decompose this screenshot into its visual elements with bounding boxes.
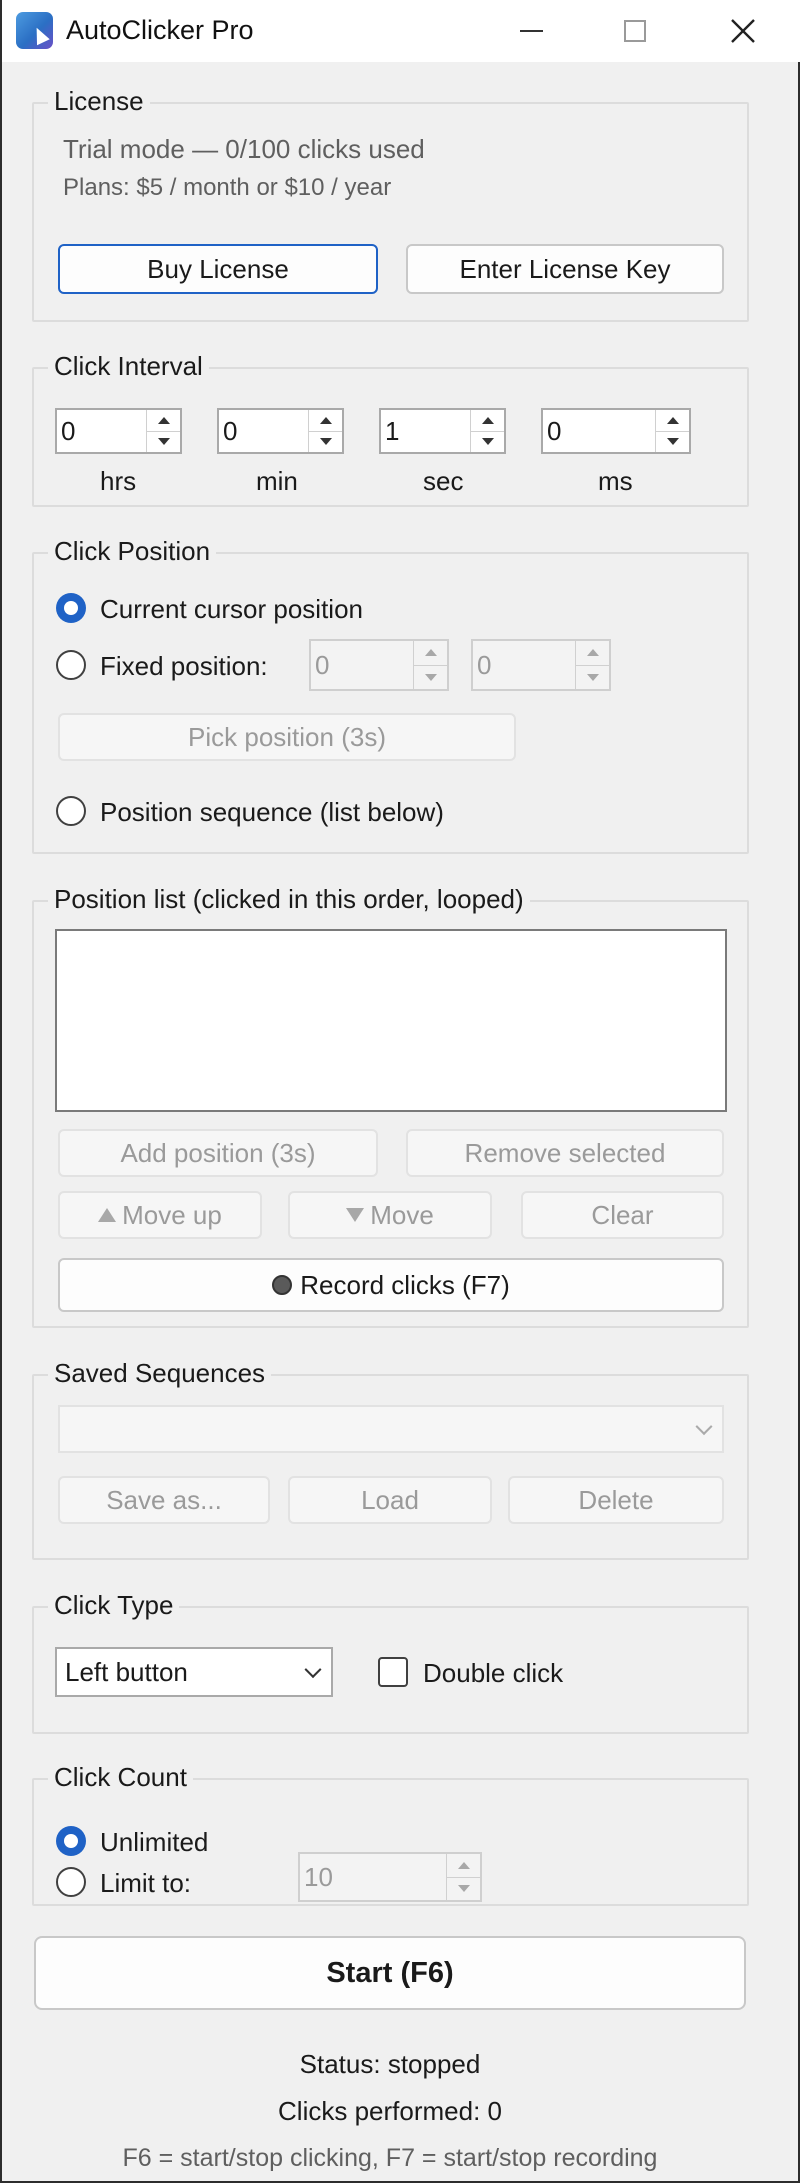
cursor-app-icon — [16, 12, 53, 49]
double-click-label[interactable]: Double click — [423, 1658, 563, 1689]
saved-sequences-group: Saved Sequences Save as... Load Delete — [32, 1356, 749, 1560]
record-clicks-button[interactable]: Record clicks (F7) — [58, 1258, 724, 1312]
fixed-y-spinbox[interactable]: 0 — [471, 639, 611, 691]
fixed-y-value[interactable]: 0 — [473, 650, 575, 681]
plans-text: Plans: $5 / month or $10 / year — [63, 174, 392, 201]
move-up-button[interactable]: Move up — [58, 1191, 262, 1239]
minimize-icon — [519, 30, 543, 32]
chevron-down-icon — [695, 1418, 713, 1436]
trial-status-text: Trial mode — 0/100 clicks used — [63, 134, 425, 164]
move-down-label: Move — [370, 1199, 434, 1230]
unlimited-radio[interactable] — [56, 1826, 86, 1856]
minutes-unit-label: min — [256, 466, 298, 496]
move-down-button[interactable]: Move — [288, 1191, 492, 1239]
clicks-performed-text: Clicks performed: 0 — [278, 2096, 502, 2126]
fixed-position-radio[interactable] — [56, 650, 86, 680]
click-position-legend: Click Position — [48, 534, 217, 568]
clear-button[interactable]: Clear — [521, 1191, 724, 1239]
hours-unit-label: hrs — [100, 466, 137, 496]
minutes-spinbox[interactable]: 0 — [217, 408, 344, 454]
saved-sequences-legend: Saved Sequences — [48, 1356, 272, 1390]
click-interval-group: Click Interval 0 hrs 0 min 1 sec 0 ms — [32, 349, 749, 507]
double-click-checkbox[interactable] — [378, 1657, 408, 1687]
chevron-down-icon — [304, 1661, 322, 1679]
fixed-x-down-arrow-icon[interactable] — [414, 664, 447, 690]
record-clicks-label: Record clicks (F7) — [300, 1269, 510, 1300]
limit-to-label[interactable]: Limit to: — [100, 1868, 191, 1899]
buy-license-button[interactable]: Buy License — [58, 244, 378, 294]
position-listbox[interactable] — [55, 929, 727, 1112]
current-cursor-label[interactable]: Current cursor position — [100, 594, 363, 625]
minimize-button[interactable] — [490, 0, 572, 62]
hours-down-arrow-icon[interactable] — [147, 430, 180, 453]
click-type-group: Click Type Left button Double click — [32, 1588, 749, 1734]
maximize-icon — [624, 20, 646, 42]
seconds-up-arrow-icon[interactable] — [471, 410, 504, 431]
hotkeys-hint-text: F6 = start/stop clicking, F7 = start/sto… — [122, 2144, 658, 2172]
fixed-y-up-arrow-icon[interactable] — [576, 641, 609, 665]
milliseconds-up-arrow-icon[interactable] — [656, 410, 689, 431]
arrow-down-icon — [346, 1208, 365, 1222]
fixed-y-down-arrow-icon[interactable] — [576, 664, 609, 690]
unlimited-label[interactable]: Unlimited — [100, 1827, 208, 1858]
minutes-down-arrow-icon[interactable] — [309, 430, 342, 453]
saved-sequence-dropdown[interactable] — [58, 1405, 724, 1453]
close-icon — [731, 19, 755, 43]
minutes-value[interactable]: 0 — [219, 416, 308, 447]
maximize-button[interactable] — [594, 0, 676, 62]
move-up-label: Move up — [122, 1199, 222, 1230]
title-bar: AutoClicker Pro — [2, 0, 800, 62]
current-cursor-radio[interactable] — [56, 593, 86, 623]
seconds-value[interactable]: 1 — [381, 416, 470, 447]
limit-to-radio[interactable] — [56, 1867, 86, 1897]
position-list-legend: Position list (clicked in this order, lo… — [48, 882, 530, 916]
milliseconds-down-arrow-icon[interactable] — [656, 430, 689, 453]
click-count-group: Click Count Unlimited Limit to: 10 — [32, 1760, 749, 1906]
limit-count-value[interactable]: 10 — [300, 1862, 446, 1893]
milliseconds-spinbox[interactable]: 0 — [541, 408, 691, 454]
hours-spinbox[interactable]: 0 — [55, 408, 182, 454]
milliseconds-unit-label: ms — [598, 466, 633, 496]
position-sequence-label[interactable]: Position sequence (list below) — [100, 797, 444, 828]
limit-count-spinbox[interactable]: 10 — [298, 1852, 482, 1902]
mouse-button-value: Left button — [65, 1656, 188, 1687]
add-position-button[interactable]: Add position (3s) — [58, 1129, 378, 1177]
license-legend: License — [48, 84, 150, 118]
status-text: Status: stopped — [299, 2049, 481, 2079]
close-button[interactable] — [702, 0, 784, 62]
fixed-x-spinbox[interactable]: 0 — [309, 639, 449, 691]
mouse-button-dropdown[interactable]: Left button — [55, 1647, 333, 1697]
autoclicker-window: AutoClicker Pro License Trial mode — 0/1… — [0, 0, 800, 2183]
license-group: License Trial mode — 0/100 clicks used P… — [32, 84, 749, 322]
click-type-legend: Click Type — [48, 1588, 180, 1622]
seconds-unit-label: sec — [423, 466, 464, 496]
record-icon — [272, 1275, 293, 1295]
load-button[interactable]: Load — [288, 1476, 492, 1524]
position-list-group: Position list (clicked in this order, lo… — [32, 882, 749, 1328]
fixed-x-up-arrow-icon[interactable] — [414, 641, 447, 665]
seconds-spinbox[interactable]: 1 — [379, 408, 506, 454]
pick-position-button[interactable]: Pick position (3s) — [58, 713, 516, 761]
milliseconds-value[interactable]: 0 — [543, 416, 655, 447]
remove-selected-button[interactable]: Remove selected — [406, 1129, 724, 1177]
click-count-legend: Click Count — [48, 1760, 193, 1794]
enter-license-key-button[interactable]: Enter License Key — [406, 244, 724, 294]
seconds-down-arrow-icon[interactable] — [471, 430, 504, 453]
hours-value[interactable]: 0 — [57, 416, 146, 447]
position-sequence-radio[interactable] — [56, 796, 86, 826]
hours-up-arrow-icon[interactable] — [147, 410, 180, 431]
fixed-position-label[interactable]: Fixed position: — [100, 651, 268, 682]
start-button[interactable]: Start (F6) — [34, 1936, 746, 2010]
click-position-group: Click Position Current cursor position F… — [32, 534, 749, 854]
fixed-x-value[interactable]: 0 — [311, 650, 413, 681]
limit-up-arrow-icon[interactable] — [447, 1854, 480, 1877]
arrow-up-icon — [98, 1208, 117, 1222]
minutes-up-arrow-icon[interactable] — [309, 410, 342, 431]
window-title: AutoClicker Pro — [66, 15, 254, 45]
limit-down-arrow-icon[interactable] — [447, 1876, 480, 1901]
click-interval-legend: Click Interval — [48, 349, 209, 383]
delete-button[interactable]: Delete — [508, 1476, 724, 1524]
save-as-button[interactable]: Save as... — [58, 1476, 270, 1524]
